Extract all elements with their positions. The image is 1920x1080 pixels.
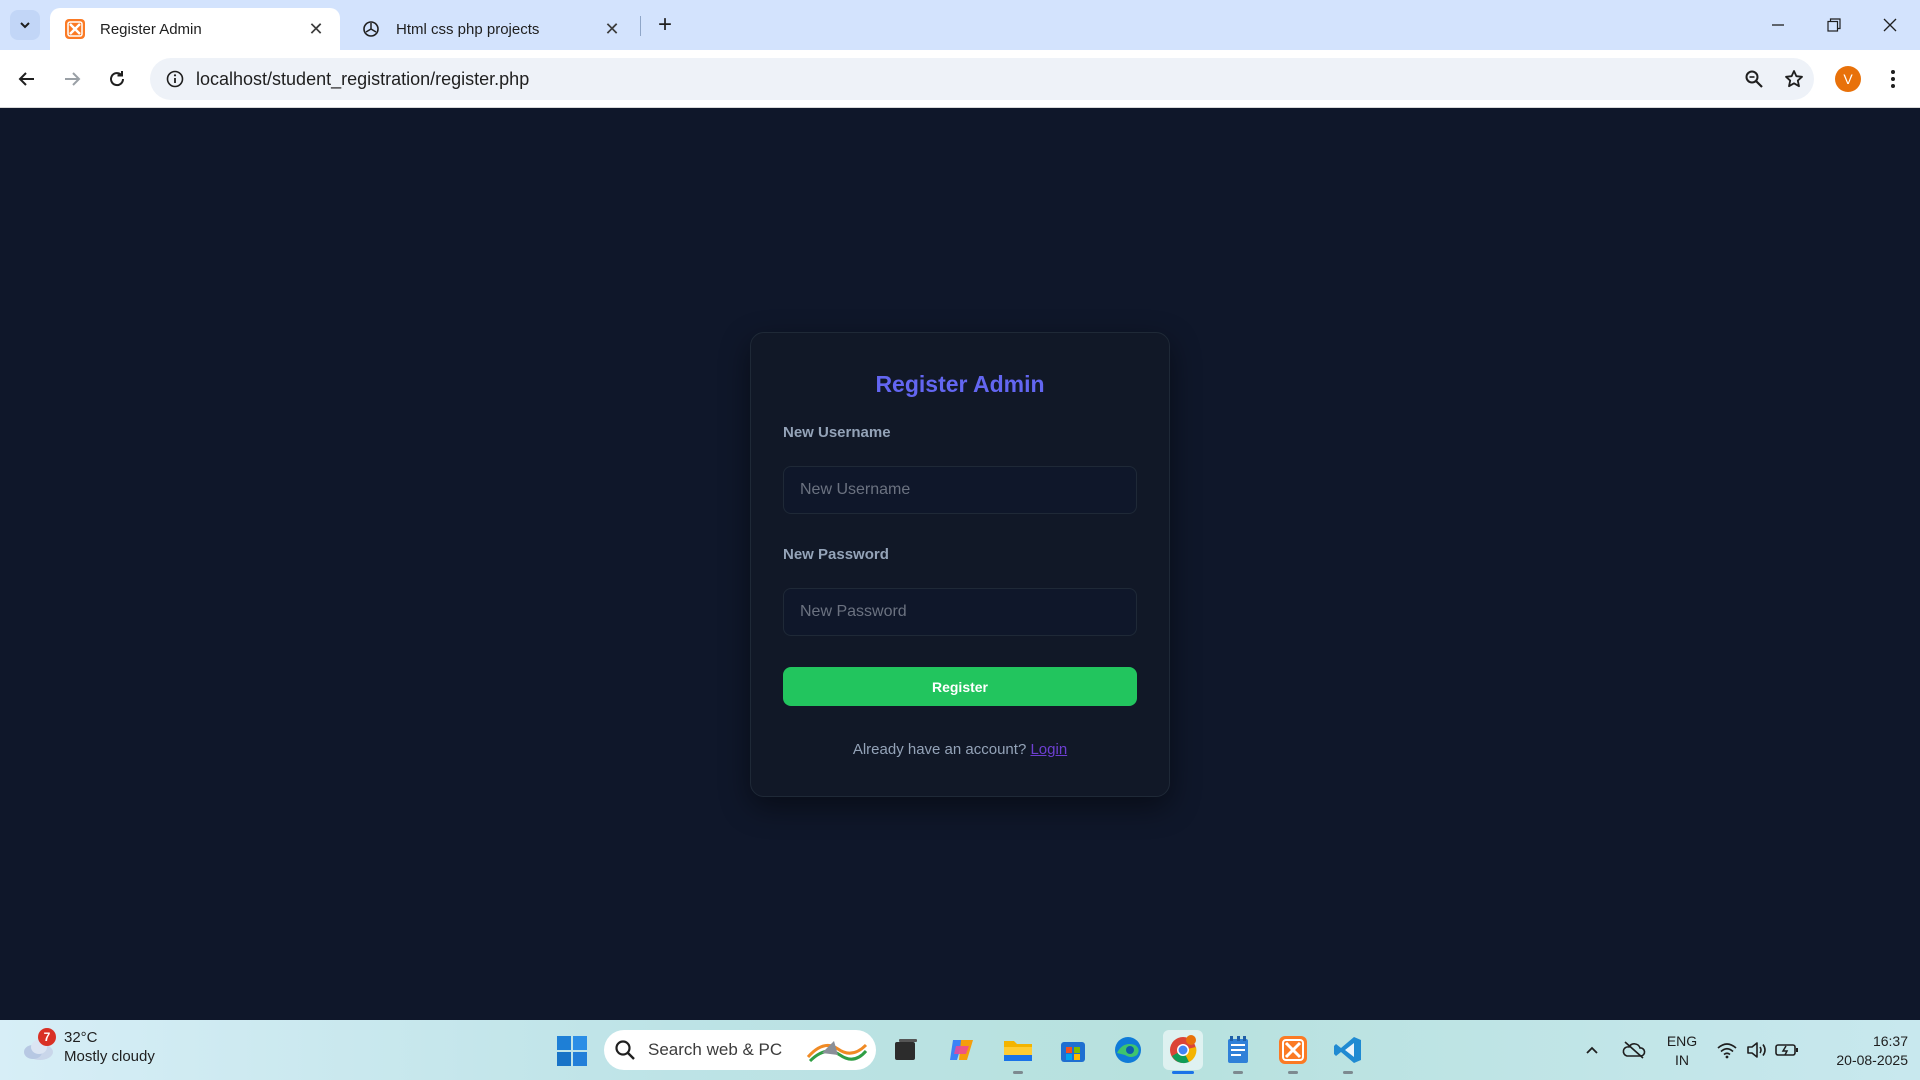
username-input[interactable]: [783, 466, 1137, 514]
battery-icon[interactable]: [1774, 1020, 1800, 1080]
tab-search-button[interactable]: [10, 10, 40, 40]
minimize-icon: [1772, 24, 1784, 26]
volume-icon[interactable]: [1744, 1020, 1770, 1080]
restore-button[interactable]: [1806, 0, 1862, 50]
task-view-icon[interactable]: [886, 1030, 926, 1070]
windows-logo-icon: [557, 1036, 587, 1066]
reload-icon: [110, 71, 125, 87]
running-indicator: [1233, 1071, 1243, 1074]
bookmark-star-icon[interactable]: [1774, 59, 1814, 99]
taskbar-search[interactable]: Search web & PC: [604, 1030, 876, 1070]
taskbar: 7 32°C Mostly cloudy Search web & PC ENG…: [0, 1020, 1920, 1080]
microsoft-store-icon[interactable]: [1053, 1030, 1093, 1070]
search-placeholder: Search web & PC: [648, 1040, 783, 1059]
site-info-icon[interactable]: [154, 58, 196, 100]
weather-alert-badge: 7: [38, 1028, 56, 1046]
cloud-icon: 7: [20, 1028, 56, 1064]
onedrive-offline-icon[interactable]: [1620, 1020, 1648, 1080]
arrow-left-icon: [18, 72, 34, 86]
search-highlight-icon: [806, 1041, 868, 1063]
region-code: IN: [1675, 1052, 1689, 1068]
url-text[interactable]: localhost/student_registration/register.…: [196, 69, 1734, 90]
running-indicator: [1013, 1071, 1023, 1074]
new-tab-button[interactable]: +: [650, 10, 680, 40]
forward-button[interactable]: [55, 62, 89, 96]
tab-html-css-php-projects[interactable]: Html css php projects ✕: [346, 8, 636, 50]
close-icon: [1883, 18, 1897, 32]
login-prompt: Already have an account? Login: [751, 741, 1169, 758]
more-menu-button[interactable]: [1878, 62, 1908, 96]
tab-title: Html css php projects: [396, 20, 540, 38]
reload-button[interactable]: [100, 62, 134, 96]
chrome-icon[interactable]: [1163, 1030, 1203, 1070]
clock-date: 20-08-2025: [1836, 1052, 1908, 1068]
login-prompt-text: Already have an account?: [852, 741, 1027, 758]
tab-register-admin[interactable]: Register Admin ✕: [50, 8, 340, 50]
back-button[interactable]: [10, 62, 44, 96]
login-link[interactable]: Login: [1030, 741, 1067, 758]
browser-tab-strip: Register Admin ✕ Html css php projects ✕…: [0, 0, 1920, 50]
weather-widget[interactable]: 7 32°C Mostly cloudy: [20, 1028, 155, 1066]
close-icon[interactable]: ✕: [602, 19, 622, 39]
plus-icon: +: [657, 11, 672, 38]
page-title: Register Admin: [875, 371, 1045, 397]
wifi-icon[interactable]: [1714, 1020, 1740, 1080]
xampp-icon[interactable]: [1273, 1030, 1313, 1070]
language-code: ENG: [1666, 1033, 1698, 1049]
running-indicator: [1288, 1071, 1298, 1074]
file-explorer-icon[interactable]: [998, 1030, 1038, 1070]
weather-condition: Mostly cloudy: [64, 1048, 155, 1065]
chevron-up-icon[interactable]: [1580, 1020, 1604, 1080]
username-label: New Username: [783, 424, 891, 441]
xampp-icon: [64, 18, 86, 40]
browser-toolbar: localhost/student_registration/register.…: [0, 50, 1920, 108]
register-card: Register Admin New Username New Password…: [750, 332, 1170, 797]
password-label: New Password: [783, 546, 889, 563]
tab-title: Register Admin: [100, 20, 202, 38]
password-input[interactable]: [783, 588, 1137, 636]
profile-avatar[interactable]: V: [1835, 66, 1861, 92]
copilot-icon[interactable]: [942, 1030, 982, 1070]
edge-icon[interactable]: [1108, 1030, 1148, 1070]
close-window-button[interactable]: [1862, 0, 1918, 50]
system-clock[interactable]: 16:37 20-08-2025: [1808, 1032, 1908, 1070]
vscode-icon[interactable]: [1328, 1030, 1368, 1070]
minimize-button[interactable]: [1750, 0, 1806, 50]
language-indicator[interactable]: ENG IN: [1662, 1032, 1702, 1070]
weather-temperature: 32°C: [64, 1029, 98, 1046]
arrow-right-icon: [65, 72, 81, 86]
active-indicator: [1172, 1071, 1194, 1074]
restore-icon: [1827, 18, 1841, 32]
chevron-down-icon: [20, 22, 30, 29]
search-icon: [615, 1040, 635, 1060]
notepad-icon[interactable]: [1218, 1030, 1258, 1070]
register-button[interactable]: Register: [783, 667, 1137, 706]
close-icon[interactable]: ✕: [306, 19, 326, 39]
clock-time: 16:37: [1872, 1033, 1908, 1049]
address-bar[interactable]: localhost/student_registration/register.…: [150, 58, 1814, 100]
tab-separator: [640, 16, 641, 36]
page-viewport: Register Admin New Username New Password…: [0, 109, 1920, 1020]
kebab-menu-icon: [1891, 70, 1895, 88]
openai-icon: [360, 18, 382, 40]
running-indicator: [1343, 1071, 1353, 1074]
start-button[interactable]: [556, 1035, 588, 1067]
zoom-icon[interactable]: [1734, 59, 1774, 99]
